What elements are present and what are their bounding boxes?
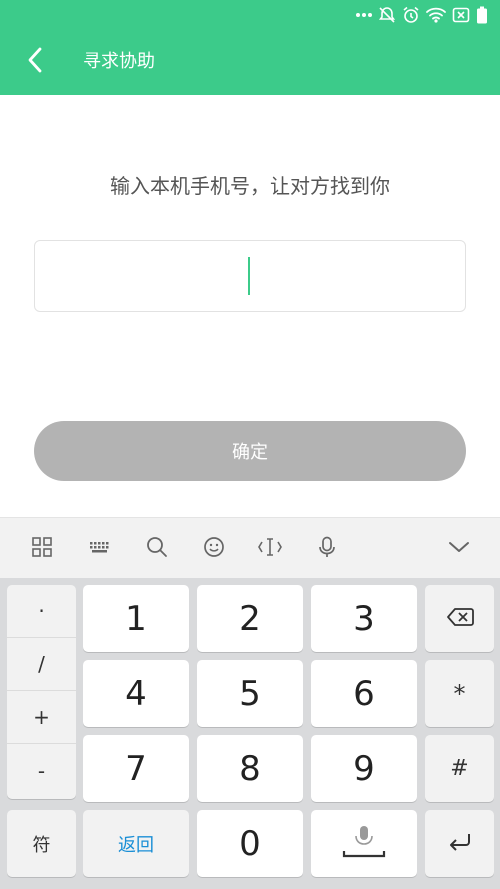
phone-prompt: 输入本机手机号，让对方找到你 [110,174,390,198]
alarm-icon [402,6,420,24]
key-1[interactable]: 1 [83,585,189,652]
key-3[interactable]: 3 [311,585,417,652]
key-9[interactable]: 9 [311,735,417,802]
more-dots-icon [356,12,372,18]
hash-key[interactable]: # [425,735,494,802]
key-2[interactable]: 2 [197,585,303,652]
return-key[interactable]: 返回 [83,810,189,877]
mic-icon[interactable] [314,534,340,560]
status-bar [356,4,488,26]
wifi-icon [426,7,446,23]
keyboard-icon[interactable] [87,534,113,560]
symbol-key-minus[interactable]: - [7,744,76,797]
delete-key[interactable] [425,585,494,652]
back-button[interactable] [18,44,52,80]
battery-icon [476,6,488,24]
star-key[interactable]: * [425,660,494,727]
key-8[interactable]: 8 [197,735,303,802]
space-mic-icon [341,825,387,863]
space-key[interactable] [311,810,417,877]
symbol-key-slash[interactable]: / [7,638,76,691]
enter-icon [447,832,473,856]
symbol-key-dot[interactable]: · [7,585,76,638]
emoji-icon[interactable] [201,534,227,560]
phone-number-input[interactable] [34,240,466,312]
page-title: 寻求协助 [83,51,155,72]
key-4[interactable]: 4 [83,660,189,727]
enter-key[interactable] [425,810,494,877]
app-header: 寻求协助 [0,0,500,95]
key-0[interactable]: 0 [197,810,303,877]
backspace-icon [446,607,474,631]
no-sim-icon [452,7,470,23]
symbol-key-plus[interactable]: + [7,691,76,744]
symbol-column: · / + - [7,585,76,799]
search-icon[interactable] [144,534,170,560]
number-keyboard: · / + - 1 2 3 4 5 6 * 7 8 9 # 符 返回 0 [0,578,500,889]
chevron-left-icon [26,47,44,77]
symbols-key[interactable]: 符 [7,810,76,877]
collapse-icon[interactable] [446,534,472,560]
text-cursor [248,257,250,295]
confirm-button[interactable]: 确定 [34,421,466,481]
silent-icon [378,6,396,24]
cursor-icon[interactable] [257,534,283,560]
key-7[interactable]: 7 [83,735,189,802]
key-6[interactable]: 6 [311,660,417,727]
keyboard-toolbar [0,517,500,578]
key-5[interactable]: 5 [197,660,303,727]
grid-icon[interactable] [29,534,55,560]
